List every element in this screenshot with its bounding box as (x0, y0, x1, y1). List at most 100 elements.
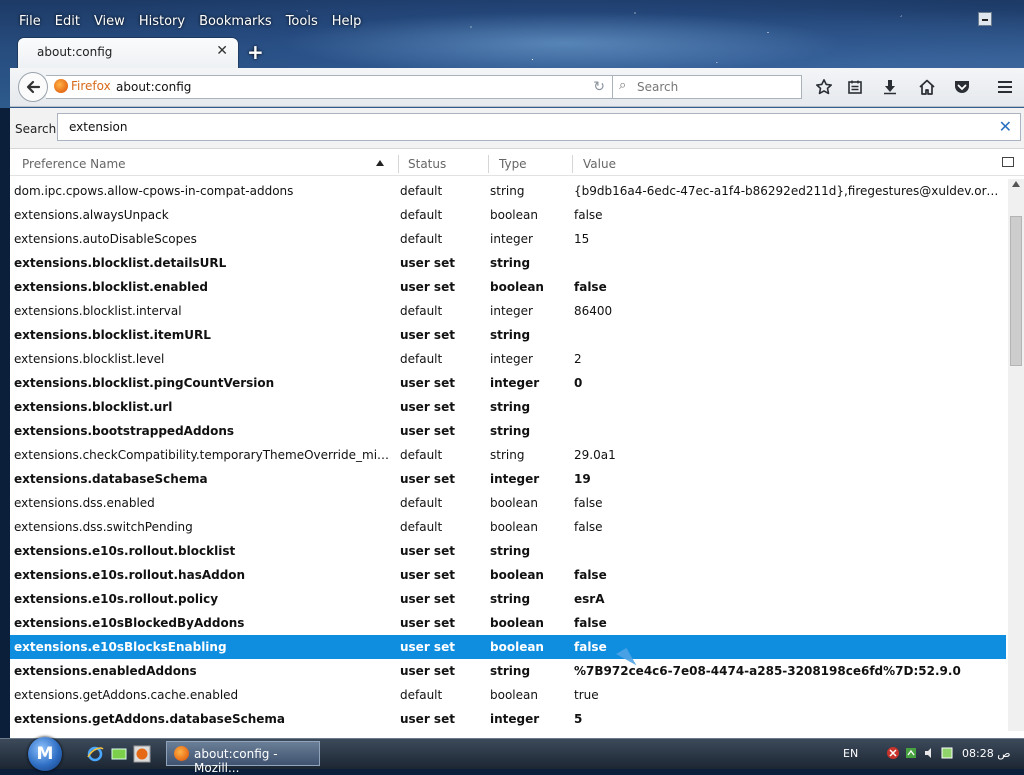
identity-box[interactable]: Firefox (54, 79, 111, 93)
reload-icon[interactable]: ↻ (593, 79, 605, 95)
menu-tools[interactable]: Tools (279, 12, 325, 32)
minimize-button[interactable] (978, 12, 992, 26)
scroll-up-arrow-icon[interactable] (1012, 181, 1020, 187)
column-separator[interactable] (572, 155, 573, 173)
table-row[interactable]: extensions.e10s.rollout.hasAddon user set… (10, 563, 1006, 587)
pref-status-cell: default (400, 448, 443, 462)
menu-edit[interactable]: Edit (48, 12, 87, 32)
column-preference-name[interactable]: Preference Name (22, 157, 126, 171)
pref-status-cell: user set (400, 712, 455, 726)
pref-value-cell: false (574, 208, 603, 222)
pref-value-cell: 0 (574, 376, 583, 390)
security-shield-icon[interactable] (886, 746, 900, 760)
table-row[interactable]: extensions.databaseSchema user set integer… (10, 467, 1006, 491)
table-row[interactable]: extensions.checkCompatibility.temporaryT… (10, 443, 1006, 467)
table-row[interactable]: dom.ipc.cpows.allow-cpows-in-compat-addo… (10, 179, 1006, 203)
pocket-icon[interactable] (950, 75, 974, 99)
table-header: Preference Name Status Type Value (10, 153, 1024, 176)
column-separator[interactable] (488, 155, 489, 173)
table-row[interactable]: extensions.alwaysUnpack default boolean fal… (10, 203, 1006, 227)
table-row[interactable]: extensions.e10s.rollout.policy user set st… (10, 587, 1006, 611)
start-button[interactable]: M (28, 737, 62, 771)
column-separator[interactable] (398, 155, 399, 173)
ie-icon[interactable] (86, 745, 104, 763)
pref-type-cell: string (490, 448, 525, 462)
pref-status-cell: default (400, 688, 443, 702)
notification-icon[interactable] (940, 746, 954, 760)
taskbar-button-firefox[interactable]: about:config - Mozill... (166, 741, 320, 775)
back-button[interactable] (18, 72, 48, 102)
pref-status-cell: default (400, 304, 443, 318)
table-row[interactable]: extensions.blocklist.level default integer… (10, 347, 1006, 371)
pref-status-cell: user set (400, 616, 455, 630)
audio-icon[interactable] (922, 746, 936, 760)
pref-status-cell: default (400, 184, 443, 198)
pref-name-cell: extensions.bootstrappedAddons (14, 424, 235, 438)
table-row-selected[interactable]: extensions.e10sBlocksEnabling user set boo… (10, 635, 1006, 659)
url-bar[interactable]: Firefox about:config ↻ (46, 75, 614, 99)
table-row[interactable]: extensions.blocklist.interval default inte… (10, 299, 1006, 323)
pref-value-cell: %7B972ce4c6-7e08-4474-a285-3208198ce6fd%… (574, 664, 961, 678)
table-row[interactable]: extensions.blocklist.itemURL user set stri… (10, 323, 1006, 347)
menu-file[interactable]: File (12, 12, 48, 32)
pref-value-cell: false (574, 568, 607, 582)
menu-view[interactable]: View (87, 12, 132, 32)
about-config-page: Search: extension ✕ Preference Name Stat… (10, 108, 1024, 738)
table-row[interactable]: extensions.dss.enabled default boolean fals… (10, 491, 1006, 515)
table-row[interactable]: extensions.blocklist.url user set string (10, 395, 1006, 419)
pref-name-cell: extensions.e10s.rollout.hasAddon (14, 568, 246, 582)
scrollbar-thumb[interactable] (1010, 216, 1022, 366)
table-row[interactable]: extensions.getAddons.databaseSchema user … (10, 707, 1006, 731)
tab-about-config[interactable]: about:config ✕ (18, 38, 238, 68)
bookmark-star-icon[interactable] (812, 75, 836, 99)
bookmarks-menu-icon[interactable] (843, 75, 867, 99)
network-icon[interactable] (904, 746, 918, 760)
table-row[interactable]: extensions.getAddons.cache.enabled defaul… (10, 683, 1006, 707)
search-bar[interactable]: ⌕ Search (612, 75, 802, 99)
table-row[interactable]: extensions.autoDisableScopes default integ… (10, 227, 1006, 251)
show-desktop-icon[interactable] (110, 745, 128, 763)
home-icon[interactable] (915, 75, 939, 99)
table-row[interactable]: extensions.enabledAddons user set string %7… (10, 659, 1006, 683)
pref-name-cell: extensions.blocklist.detailsURL (14, 256, 227, 270)
table-row[interactable]: extensions.e10sBlockedByAddons user set bo… (10, 611, 1006, 635)
pref-status-cell: user set (400, 544, 455, 558)
sort-ascending-icon (376, 160, 384, 166)
pref-type-cell: boolean (490, 280, 544, 294)
pref-name-cell: extensions.e10s.rollout.blocklist (14, 544, 236, 558)
pref-name-cell: extensions.blocklist.enabled (14, 280, 208, 294)
clear-filter-icon[interactable]: ✕ (999, 117, 1012, 136)
new-tab-button[interactable]: + (247, 40, 264, 64)
vertical-scrollbar[interactable] (1008, 179, 1024, 731)
column-value[interactable]: Value (583, 157, 616, 171)
pref-type-cell: boolean (490, 640, 544, 654)
language-indicator[interactable]: EN (843, 747, 858, 760)
table-row[interactable]: extensions.blocklist.pingCountVersion use… (10, 371, 1006, 395)
filter-search-input[interactable]: extension ✕ (57, 113, 1021, 141)
column-status[interactable]: Status (408, 157, 446, 171)
pref-value-cell: esrA (574, 592, 605, 606)
taskbar: M about:config - Mozill... EN 08:28 ص (0, 737, 1024, 775)
firefox-quicklaunch-icon[interactable] (133, 745, 151, 763)
table-row[interactable]: extensions.dss.switchPending default boole… (10, 515, 1006, 539)
menu-bookmarks[interactable]: Bookmarks (192, 12, 279, 32)
menu-help[interactable]: Help (325, 12, 369, 32)
table-row[interactable]: extensions.blocklist.enabled user set bool… (10, 275, 1006, 299)
search-placeholder: Search (637, 80, 679, 94)
pref-value-cell: 19 (574, 472, 591, 486)
pref-type-cell: integer (490, 472, 540, 486)
pref-type-cell: boolean (490, 616, 544, 630)
table-row[interactable]: extensions.e10s.rollout.blocklist user se… (10, 539, 1006, 563)
column-picker-icon[interactable] (1002, 157, 1014, 167)
pref-name-cell: extensions.blocklist.pingCountVersion (14, 376, 275, 390)
hamburger-menu-icon[interactable] (993, 75, 1017, 99)
column-type[interactable]: Type (499, 157, 527, 171)
table-row[interactable]: extensions.blocklist.detailsURL user set s… (10, 251, 1006, 275)
tab-close-icon[interactable]: ✕ (216, 43, 228, 59)
pref-name-cell: extensions.alwaysUnpack (14, 208, 169, 222)
menu-history[interactable]: History (132, 12, 192, 32)
pref-name-cell: extensions.e10sBlocksEnabling (14, 640, 227, 654)
downloads-icon[interactable] (878, 75, 902, 99)
table-row[interactable]: extensions.bootstrappedAddons user set str… (10, 419, 1006, 443)
preferences-table-body: dom.ipc.cpows.allow-cpows-in-compat-addo… (10, 179, 1006, 731)
